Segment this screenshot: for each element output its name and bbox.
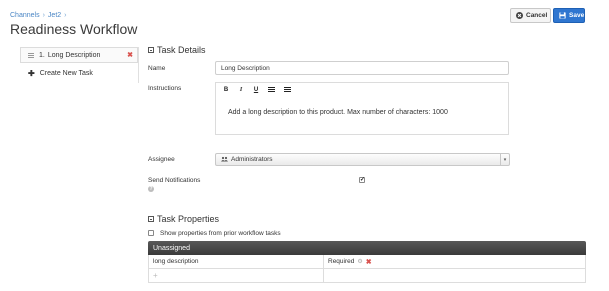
instructions-editor[interactable]: B I U Add a long description to this pro… [215, 82, 509, 135]
assignee-select[interactable]: Administrators ▾ [215, 153, 510, 166]
chevron-right-icon: › [64, 12, 67, 19]
question-icon[interactable]: ? [148, 186, 154, 192]
drag-handle-icon[interactable] [28, 52, 34, 58]
task-list: 1. Long Description ✖ ✚ Create New Task [20, 47, 138, 78]
property-status-cell: Required ⚙ ✖ [324, 255, 585, 268]
collapse-icon [148, 216, 154, 222]
task-properties-heading[interactable]: Task Properties [148, 214, 219, 224]
bullet-list-icon[interactable] [268, 87, 275, 92]
close-icon[interactable]: ✖ [366, 258, 372, 266]
create-task-label: Create New Task [39, 70, 93, 77]
notifications-checkbox[interactable]: ✓ [359, 177, 365, 183]
task-details-title: Task Details [157, 45, 206, 55]
chevron-right-icon: › [42, 12, 45, 19]
gear-icon[interactable]: ⚙ [357, 258, 362, 265]
plus-icon: ✚ [28, 69, 35, 78]
breadcrumb-channels[interactable]: Channels [10, 12, 40, 19]
numbered-list-icon[interactable] [284, 87, 291, 92]
plus-icon[interactable]: + [153, 271, 158, 280]
breadcrumb-jet2[interactable]: Jet2 [48, 12, 61, 19]
floppy-icon [559, 12, 566, 19]
users-icon [221, 156, 228, 164]
page-title: Readiness Workflow [10, 21, 138, 37]
properties-table: Unassigned long description Required ⚙ ✖… [148, 241, 586, 283]
bold-button[interactable]: B [223, 87, 229, 93]
add-property-cell: + [149, 269, 324, 282]
task-details-heading[interactable]: Task Details [148, 45, 206, 55]
instructions-text[interactable]: Add a long description to this product. … [216, 96, 508, 116]
task-properties-title: Task Properties [157, 214, 220, 224]
table-row: long description Required ⚙ ✖ [148, 255, 586, 269]
name-field[interactable]: Long Description [215, 61, 509, 75]
save-button-label: Save [569, 12, 585, 19]
assignee-label: Assignee [148, 156, 175, 163]
close-icon[interactable]: ✖ [127, 51, 133, 59]
chevron-down-icon: ▾ [500, 154, 509, 165]
notifications-label: Send Notifications [148, 177, 201, 184]
instructions-label: Instructions [148, 85, 182, 92]
times-circle-icon [516, 12, 523, 19]
cancel-button[interactable]: Cancel [510, 8, 551, 23]
cancel-button-label: Cancel [526, 12, 548, 19]
table-header: Unassigned [148, 241, 586, 255]
italic-button[interactable]: I [238, 87, 244, 93]
property-name: long description [149, 255, 324, 268]
save-button[interactable]: Save [553, 8, 585, 23]
create-task-link[interactable]: ✚ Create New Task [20, 69, 138, 78]
sidebar-divider [138, 47, 139, 83]
underline-button[interactable]: U [253, 87, 259, 93]
name-label: Name [148, 65, 166, 72]
table-row: + [148, 269, 586, 283]
task-item[interactable]: 1. Long Description ✖ [20, 47, 138, 63]
editor-toolbar: B I U [216, 83, 508, 96]
empty-cell [324, 269, 585, 282]
task-number: 1. [39, 51, 45, 59]
show-prior-checkbox[interactable] [148, 230, 154, 236]
assignee-value: Administrators [231, 156, 273, 163]
task-label: Long Description [47, 51, 101, 59]
breadcrumb: Channels › Jet2 › [10, 12, 67, 19]
property-status[interactable]: Required [328, 258, 354, 265]
collapse-icon [148, 47, 154, 53]
show-prior-label: Show properties from prior workflow task… [160, 230, 281, 237]
